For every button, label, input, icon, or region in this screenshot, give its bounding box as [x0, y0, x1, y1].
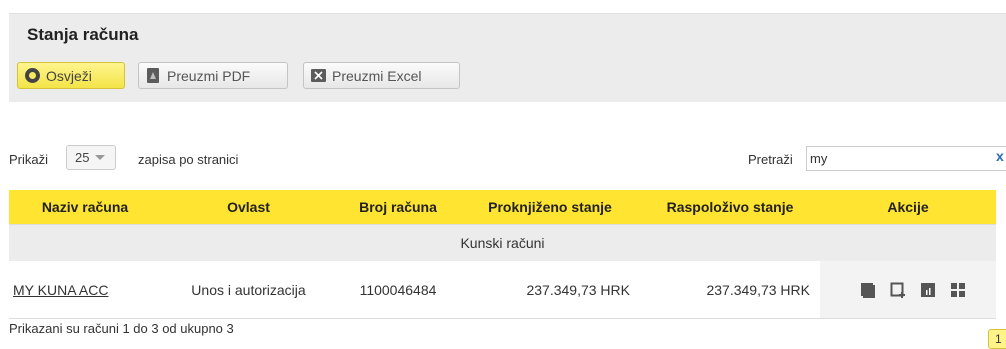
new-payment-icon[interactable]: [890, 282, 906, 298]
account-name-link[interactable]: MY KUNA ACC: [13, 282, 108, 298]
col-header-available-balance[interactable]: Raspoloživo stanje: [640, 190, 820, 225]
excel-label: Preuzmi Excel: [332, 67, 422, 84]
download-excel-button[interactable]: Preuzmi Excel: [303, 62, 460, 89]
col-header-account-number[interactable]: Broj računa: [336, 190, 460, 225]
table-row: MY KUNA ACC Unos i autorizacija 11000464…: [9, 261, 996, 319]
page-length-value: 25: [75, 150, 90, 165]
available-balance-cell: 237.349,73 HRK: [640, 261, 820, 319]
authority-cell: Unos i autorizacija: [161, 261, 336, 319]
chart-icon[interactable]: [920, 282, 936, 298]
group-label: Kunski računi: [9, 224, 996, 261]
search-input[interactable]: [806, 146, 1006, 171]
pdf-label: Preuzmi PDF: [167, 67, 251, 84]
table-header-row: Naziv računa Ovlast Broj računa Proknjiž…: [9, 190, 996, 225]
table-info: Prikazani su računi 1 do 3 od ukupno 3: [9, 321, 234, 336]
search-label: Pretraži: [748, 152, 793, 167]
length-suffix-label: zapisa po stranici: [138, 152, 239, 167]
col-header-booked-balance[interactable]: Proknjiženo stanje: [460, 190, 640, 225]
length-prefix-label: Prikaži: [9, 152, 49, 167]
chevron-down-icon: [95, 155, 106, 160]
col-header-actions: Akcije: [820, 190, 996, 225]
actions-cell: [820, 261, 996, 319]
page-length-select[interactable]: 25: [66, 145, 116, 170]
clear-search-icon[interactable]: x: [996, 148, 1004, 164]
refresh-label: Osvježi: [46, 67, 92, 84]
account-name-cell: MY KUNA ACC: [9, 261, 161, 319]
accounts-panel: Stanja računa Osvježi Preuzmi PDF Preuzm…: [9, 13, 1006, 102]
refresh-button[interactable]: Osvježi: [17, 62, 125, 89]
col-header-authority[interactable]: Ovlast: [161, 190, 336, 225]
pagination-page-button[interactable]: 1: [988, 329, 1006, 349]
grid-icon[interactable]: [950, 282, 966, 298]
panel-title: Stanja računa: [27, 25, 139, 44]
account-number-cell: 1100046484: [336, 261, 460, 319]
group-row: Kunski računi: [9, 224, 996, 261]
refresh-icon: [25, 68, 40, 83]
excel-icon: [311, 69, 326, 82]
accounts-table: Naziv računa Ovlast Broj računa Proknjiž…: [9, 190, 996, 319]
download-pdf-button[interactable]: Preuzmi PDF: [138, 62, 288, 89]
col-header-account-name[interactable]: Naziv računa: [9, 190, 161, 225]
booked-balance-cell: 237.349,73 HRK: [460, 261, 640, 319]
details-icon[interactable]: [860, 282, 876, 298]
pdf-icon: [147, 68, 159, 83]
